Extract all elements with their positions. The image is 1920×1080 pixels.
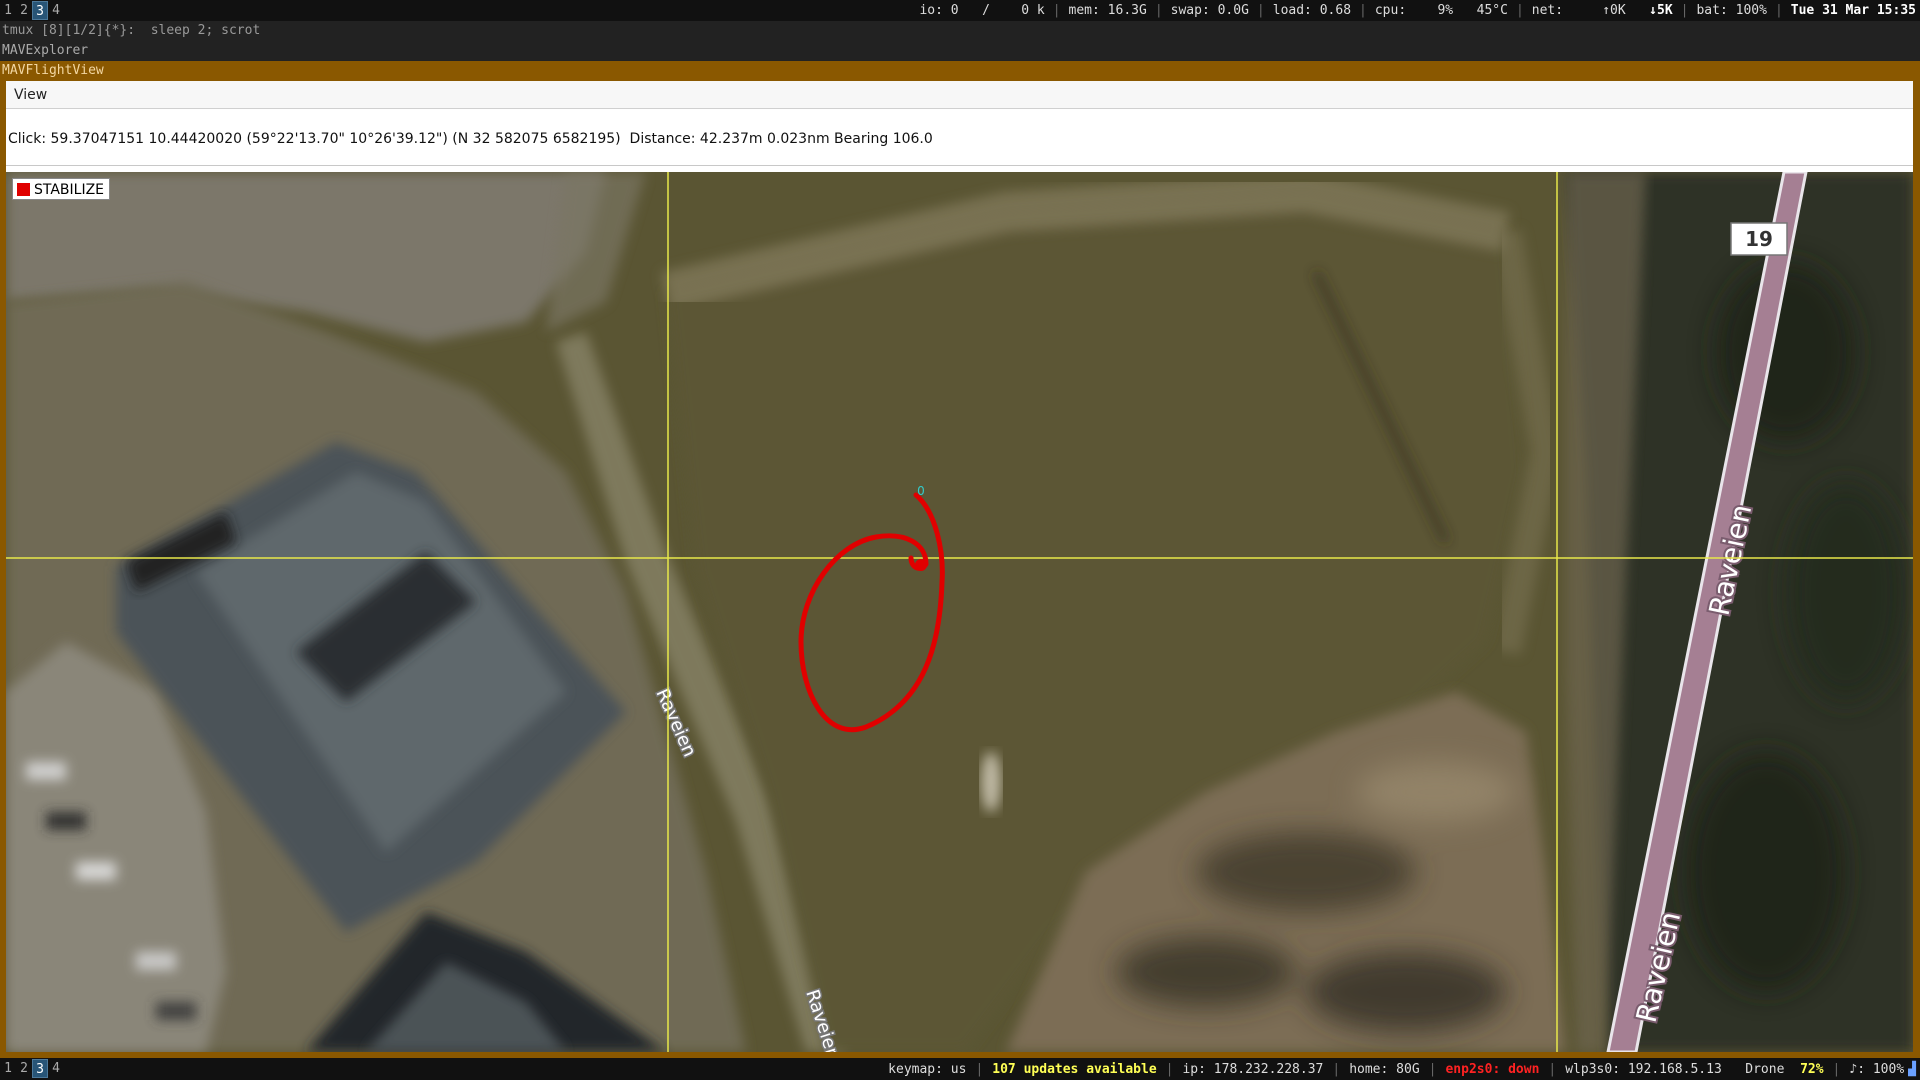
click-info-text: Click: 59.37047151 10.44420020 (59°22'13… (6, 111, 1913, 166)
explorer-title: MAVExplorer (0, 41, 1920, 61)
network-status: keymap: us | 107 updates available | ip: 1… (888, 1061, 1916, 1077)
mav-flight-view-window: View Click: 59.37047151 10.44420020 (59°… (6, 81, 1913, 1052)
workspace-switcher: 1 2 3 4 (0, 0, 64, 21)
system-status: io: 0 / 0 k | mem: 16.3G | swap: 0.0G | loa… (919, 3, 1916, 18)
bottom-status-bar: 1 2 3 4 keymap: us | 107 updates availabl… (0, 1058, 1920, 1080)
mode-status-icon (17, 183, 30, 196)
wifi-quality: 72% (1800, 1061, 1824, 1077)
route-19-label: 19 (1745, 227, 1773, 251)
updates-status: 107 updates available (992, 1061, 1157, 1077)
waypoint-label[interactable]: 0 (917, 484, 925, 498)
bottom-workspace-4-button[interactable]: 4 (48, 1059, 64, 1078)
load-status: load: 0.68 (1272, 3, 1352, 18)
ip-status: ip: 178.232.228.37 (1182, 1061, 1324, 1077)
io-status: io: 0 (919, 3, 959, 18)
flightview-title: MAVFlightView (0, 61, 1920, 81)
bottom-workspace-2-button[interactable]: 2 (16, 1059, 32, 1078)
keymap-status: keymap: us (888, 1061, 967, 1077)
workspace-1-button[interactable]: 1 (0, 1, 16, 20)
temp-status: 45°C (1476, 3, 1508, 18)
net-down-status: ↓5K (1649, 3, 1673, 18)
satellite-map[interactable]: Raveien Raveien Raveien Raveien 19 0 STA… (6, 172, 1913, 1052)
bottom-workspace-3-button[interactable]: 3 (32, 1059, 48, 1078)
workspace-2-button[interactable]: 2 (16, 1, 32, 20)
swap-status: swap: 0.0G (1170, 3, 1249, 18)
ethernet-status: enp2s0: down (1445, 1061, 1540, 1077)
mem-status: mem: 16.3G (1068, 3, 1147, 18)
bottom-workspace-1-button[interactable]: 1 (0, 1059, 16, 1078)
route-19-badge: 19 (1730, 222, 1788, 256)
signal-icon: ▟ (1908, 1061, 1916, 1077)
menu-bar: View (6, 81, 1913, 109)
tmux-status-line: tmux [8][1/2]{*}: sleep 2; scrot (0, 21, 1920, 41)
io-rate: / 0 k (982, 3, 1045, 18)
top-status-bar: 1 2 3 4 io: 0 / 0 k | mem: 16.3G | swap: 0… (0, 0, 1920, 21)
wifi-ssid: Drone (1745, 1061, 1785, 1077)
flight-mode-label: STABILIZE (34, 181, 105, 198)
workspace-3-button[interactable]: 3 (32, 1, 48, 20)
view-menu[interactable]: View (6, 81, 55, 109)
volume-status: ♪: 100% (1849, 1061, 1905, 1077)
clock: Tue 31 Mar 15:35 (1790, 3, 1916, 18)
window-frame: View Click: 59.37047151 10.44420020 (59°… (0, 81, 1920, 1052)
workspace-4-button[interactable]: 4 (48, 1, 64, 20)
net-status: net: ↑0K (1531, 3, 1626, 18)
vehicle-marker (915, 559, 927, 571)
wlan-status: wlp3s0: 192.168.5.13 (1565, 1061, 1722, 1077)
cpu-status: cpu: 9% (1374, 3, 1454, 18)
flight-mode-indicator: STABILIZE (12, 178, 111, 200)
map-canvas[interactable]: Raveien Raveien Raveien Raveien 19 0 (6, 172, 1913, 1052)
home-disk-status: home: 80G (1349, 1061, 1420, 1077)
battery-status: bat: 100% (1696, 3, 1767, 18)
bottom-workspace-switcher: 1 2 3 4 (0, 1058, 64, 1080)
